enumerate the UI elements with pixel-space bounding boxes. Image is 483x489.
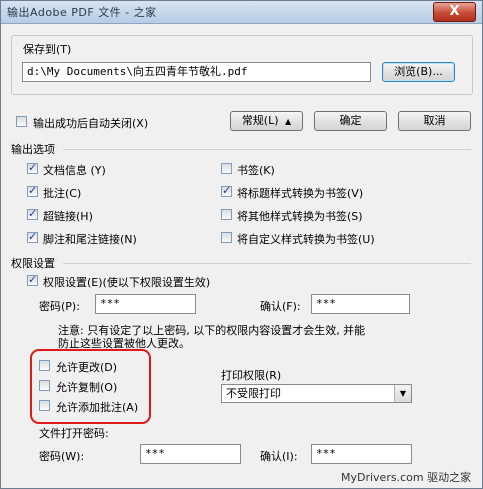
browse-button[interactable]: 浏览(B)... (382, 62, 455, 82)
checkmark-icon: ✓ (28, 184, 38, 197)
permissions-enable-label: 权限设置(E)(使以下权限设置生效) (43, 276, 211, 289)
password-label: 密码(P): (39, 300, 80, 313)
permissions-enable-checkbox[interactable]: ✓ (27, 273, 38, 286)
hyperlinks-checkbox[interactable]: ✓ (27, 207, 38, 220)
custom-styles-label: 将自定义样式转换为书签(U) (237, 233, 375, 246)
print-permission-value: 不受限打印 (226, 387, 281, 400)
general-button-label: 常规(L) (241, 114, 279, 127)
title-bar: 输出Adobe PDF 文件 - 之家 X (1, 1, 482, 24)
close-icon: X (449, 4, 460, 19)
other-styles-checkbox[interactable] (221, 209, 232, 220)
allow-comments-checkbox[interactable] (39, 400, 50, 411)
save-path-field[interactable]: d:\My Documents\向五四青年节敬礼.pdf (22, 62, 371, 82)
doc-info-checkbox[interactable]: ✓ (27, 161, 38, 174)
auto-close-checkbox[interactable] (16, 116, 27, 127)
allow-copy-checkbox[interactable] (39, 380, 50, 391)
open-password-field[interactable]: *** (140, 444, 241, 464)
confirm-label: 确认(F): (260, 300, 301, 313)
permissions-separator (63, 263, 471, 264)
confirm-field[interactable]: *** (311, 294, 410, 314)
watermark-text: MyDrivers.com 驱动之家 (341, 471, 472, 484)
comments-checkbox[interactable]: ✓ (27, 184, 38, 197)
ok-button[interactable]: 确定 (314, 111, 387, 131)
checkmark-icon: ✓ (222, 184, 232, 197)
auto-close-label: 输出成功后自动关闭(X) (33, 117, 149, 130)
footnotes-label: 脚注和尾注链接(N) (43, 233, 137, 246)
footnotes-checkbox[interactable]: ✓ (27, 230, 38, 243)
close-button[interactable]: X (433, 2, 476, 22)
open-confirm-label: 确认(I): (260, 450, 298, 463)
print-permission-select[interactable]: 不受限打印 ▼ (221, 384, 412, 403)
open-password-label: 密码(W): (39, 450, 85, 463)
output-options-separator (63, 149, 471, 150)
other-styles-label: 将其他样式转换为书签(S) (237, 210, 363, 223)
open-password-header: 文件打开密码: (39, 427, 109, 440)
comments-label: 批注(C) (43, 187, 82, 200)
bookmarks-checkbox[interactable] (221, 163, 232, 174)
heading-bookmarks-label: 将标题样式转换为书签(V) (237, 187, 364, 200)
chevron-down-icon[interactable]: ▼ (394, 385, 411, 402)
doc-info-label: 文档信息 (Y) (43, 164, 106, 177)
checkmark-icon: ✓ (28, 161, 38, 174)
checkmark-icon: ✓ (28, 207, 38, 220)
password-field[interactable]: *** (95, 294, 196, 314)
custom-styles-checkbox[interactable] (221, 232, 232, 243)
allow-change-checkbox[interactable] (39, 360, 50, 371)
allow-copy-label: 允许复制(O) (56, 381, 118, 394)
cancel-button[interactable]: 取消 (398, 111, 471, 131)
bookmarks-label: 书签(K) (237, 164, 275, 177)
print-permission-label: 打印权限(R) (221, 369, 282, 382)
permissions-header: 权限设置 (11, 257, 55, 270)
hyperlinks-label: 超链接(H) (43, 210, 93, 223)
save-to-label: 保存到(T) (23, 43, 72, 56)
dialog-window: 输出Adobe PDF 文件 - 之家 X 保存到(T) d:\My Docum… (0, 0, 483, 489)
open-confirm-field[interactable]: *** (311, 444, 412, 464)
allow-comments-label: 允许添加批注(A) (56, 401, 139, 414)
heading-bookmarks-checkbox[interactable]: ✓ (221, 184, 232, 197)
general-button[interactable]: 常规(L) ▲ (230, 111, 303, 131)
checkmark-icon: ✓ (28, 273, 38, 286)
window-title: 输出Adobe PDF 文件 - 之家 (7, 6, 157, 19)
checkmark-icon: ✓ (28, 230, 38, 243)
allow-change-label: 允许更改(D) (56, 361, 118, 374)
output-options-header: 输出选项 (11, 143, 55, 156)
chevron-up-icon: ▲ (285, 117, 292, 126)
